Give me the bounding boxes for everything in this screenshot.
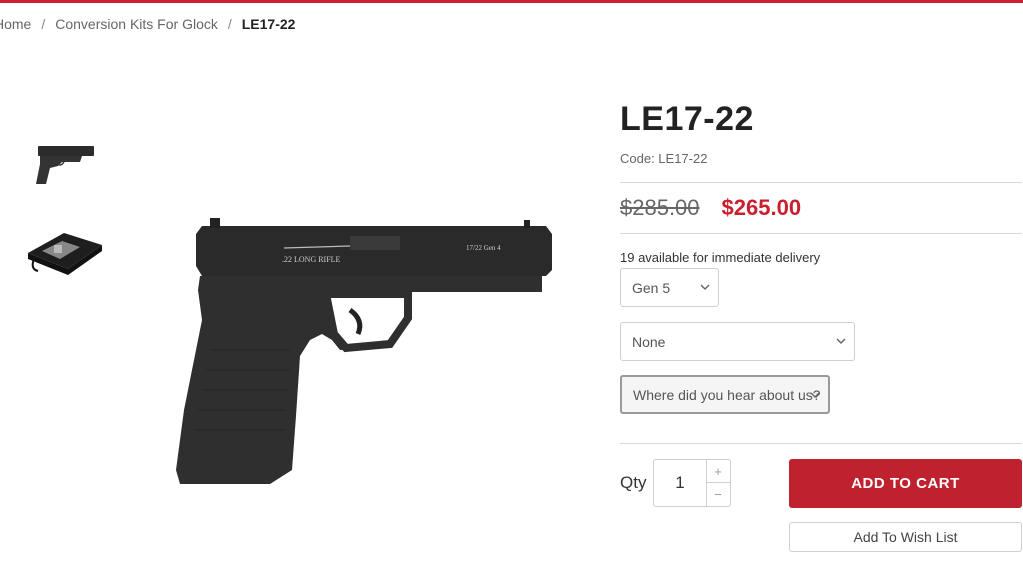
breadcrumb-separator: /	[41, 16, 46, 32]
old-price: $285.00	[620, 195, 700, 220]
price-row: $285.00 $265.00	[620, 183, 1022, 233]
product-title: LE17-22	[620, 100, 754, 138]
slide-engraving-model: 17/22 Gen 4	[466, 244, 501, 252]
add-to-cart-button[interactable]: ADD TO CART	[789, 459, 1022, 508]
breadcrumb-separator: /	[227, 16, 232, 32]
addon-select[interactable]: None	[620, 322, 855, 361]
qty-input[interactable]: 1	[653, 459, 707, 507]
breadcrumb: Home / Conversion Kits For Glock / LE17-22	[0, 16, 295, 32]
divider	[620, 233, 1022, 234]
product-main-image: .22 LONG RIFLE 17/22 Gen 4	[150, 170, 580, 500]
divider	[620, 443, 1022, 444]
availability-text: 19 available for immediate delivery	[620, 250, 821, 265]
breadcrumb-home-link[interactable]: Home	[0, 16, 31, 32]
thumbnail-pistol[interactable]	[22, 130, 106, 196]
qty-decrement-button[interactable]: −	[706, 483, 730, 506]
slide-engraving-caliber: .22 LONG RIFLE	[282, 255, 341, 264]
pistol-image: .22 LONG RIFLE 17/22 Gen 4	[176, 218, 552, 484]
chevron-down-icon	[836, 338, 846, 344]
breadcrumb-current: LE17-22	[241, 16, 296, 32]
top-accent-bar	[0, 0, 1023, 3]
sale-price: $265.00	[721, 195, 802, 220]
thumbnail-kit-case[interactable]	[22, 216, 106, 282]
addon-select-value: None	[632, 333, 666, 350]
referral-select[interactable]: Where did you hear about us?	[620, 375, 830, 414]
add-to-wishlist-button[interactable]: Add To Wish List	[789, 522, 1022, 552]
qty-label: Qty	[620, 473, 647, 492]
chevron-down-icon	[700, 284, 710, 290]
pistol-thumbnail-image	[36, 146, 94, 184]
thumbnail-gallery	[22, 130, 106, 302]
referral-select-placeholder: Where did you hear about us?	[633, 386, 821, 403]
qty-stepper: + −	[706, 459, 731, 507]
qty-increment-button[interactable]: +	[706, 460, 730, 483]
kit-case-thumbnail-image	[28, 233, 102, 275]
breadcrumb-category-link[interactable]: Conversion Kits For Glock	[55, 16, 218, 32]
product-code: Code: LE17-22	[620, 151, 708, 166]
product-details: LE17-22 Code: LE17-22 $285.00 $265.00 19…	[620, 100, 1022, 265]
chevron-down-icon	[810, 392, 820, 398]
generation-select[interactable]: Gen 5	[620, 268, 719, 307]
generation-select-value: Gen 5	[632, 279, 671, 296]
